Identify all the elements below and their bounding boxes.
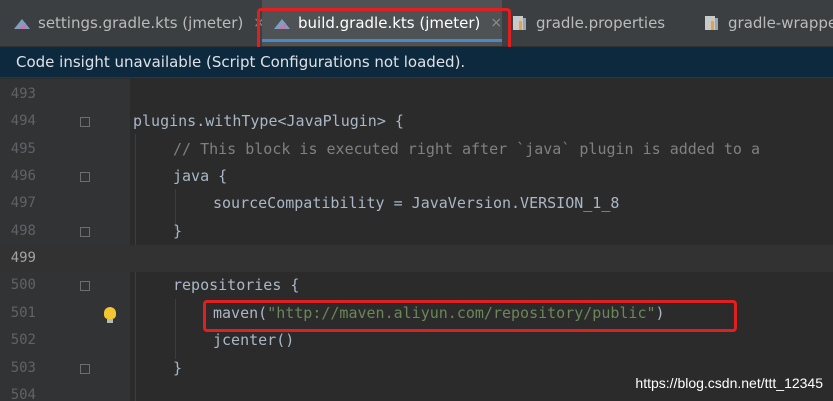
tab-settings-gradle-kts[interactable]: settings.gradle.kts (jmeter) × (12, 0, 265, 46)
line-number: 498 (10, 223, 36, 239)
code-line[interactable]: 500 repositories { (0, 272, 833, 299)
code-line[interactable]: 498 } (0, 218, 833, 245)
maven-line-highlight-box (203, 300, 737, 332)
tab-gradle-properties[interactable]: gradle.properties (510, 0, 665, 46)
code-text: } (173, 222, 183, 240)
code-editor[interactable]: 493 494 plugins.withType<JavaPlugin> { 4… (0, 79, 833, 401)
code-line[interactable]: 493 (0, 81, 833, 108)
code-comment: // This block is executed right after `j… (173, 140, 760, 158)
fold-marker-icon[interactable] (80, 172, 90, 182)
tab-label: gradle-wrappe (728, 14, 833, 32)
code-text: java { (173, 167, 228, 185)
tab-highlight-box (257, 8, 511, 51)
tab-gradle-wrapper[interactable]: gradle-wrappe (702, 0, 833, 46)
tab-label: settings.gradle.kts (jmeter) (38, 14, 244, 32)
line-number: 504 (10, 387, 36, 401)
line-number: 495 (10, 141, 36, 157)
code-line-current[interactable]: 499 (0, 245, 833, 273)
code-line[interactable]: 496 java { (0, 163, 833, 190)
gradle-kotlin-icon (12, 13, 32, 33)
line-number: 497 (10, 195, 36, 211)
code-text: } (173, 359, 183, 377)
line-number: 496 (10, 168, 36, 184)
watermark: https://blog.csdn.net/ttt_12345 (635, 375, 823, 391)
code-line[interactable]: 497 sourceCompatibility = JavaVersion.VE… (0, 190, 833, 217)
code-text: sourceCompatibility = JavaVersion.VERSIO… (213, 194, 620, 212)
code-line[interactable]: 494 plugins.withType<JavaPlugin> { (0, 108, 833, 135)
fold-marker-icon[interactable] (80, 281, 90, 291)
line-number: 503 (10, 360, 36, 376)
line-number: 494 (10, 113, 36, 129)
code-text: repositories { (173, 276, 300, 294)
line-number: 500 (10, 277, 36, 293)
gradle-properties-icon (510, 13, 530, 33)
fold-marker-icon[interactable] (80, 117, 90, 127)
lightbulb-icon[interactable] (104, 307, 116, 323)
line-number: 501 (10, 305, 36, 321)
line-number: 499 (10, 250, 36, 266)
line-number: 502 (10, 332, 36, 348)
fold-marker-icon[interactable] (80, 364, 90, 374)
gradle-properties-icon (702, 13, 722, 33)
code-insight-notice: Code insight unavailable (Script Configu… (0, 47, 833, 78)
fold-marker-icon[interactable] (80, 227, 90, 237)
line-number: 493 (10, 86, 36, 102)
code-line[interactable]: 495 // This block is executed right afte… (0, 136, 833, 163)
code-text: plugins.withType<JavaPlugin> { (133, 112, 404, 130)
tab-label: gradle.properties (536, 14, 666, 32)
